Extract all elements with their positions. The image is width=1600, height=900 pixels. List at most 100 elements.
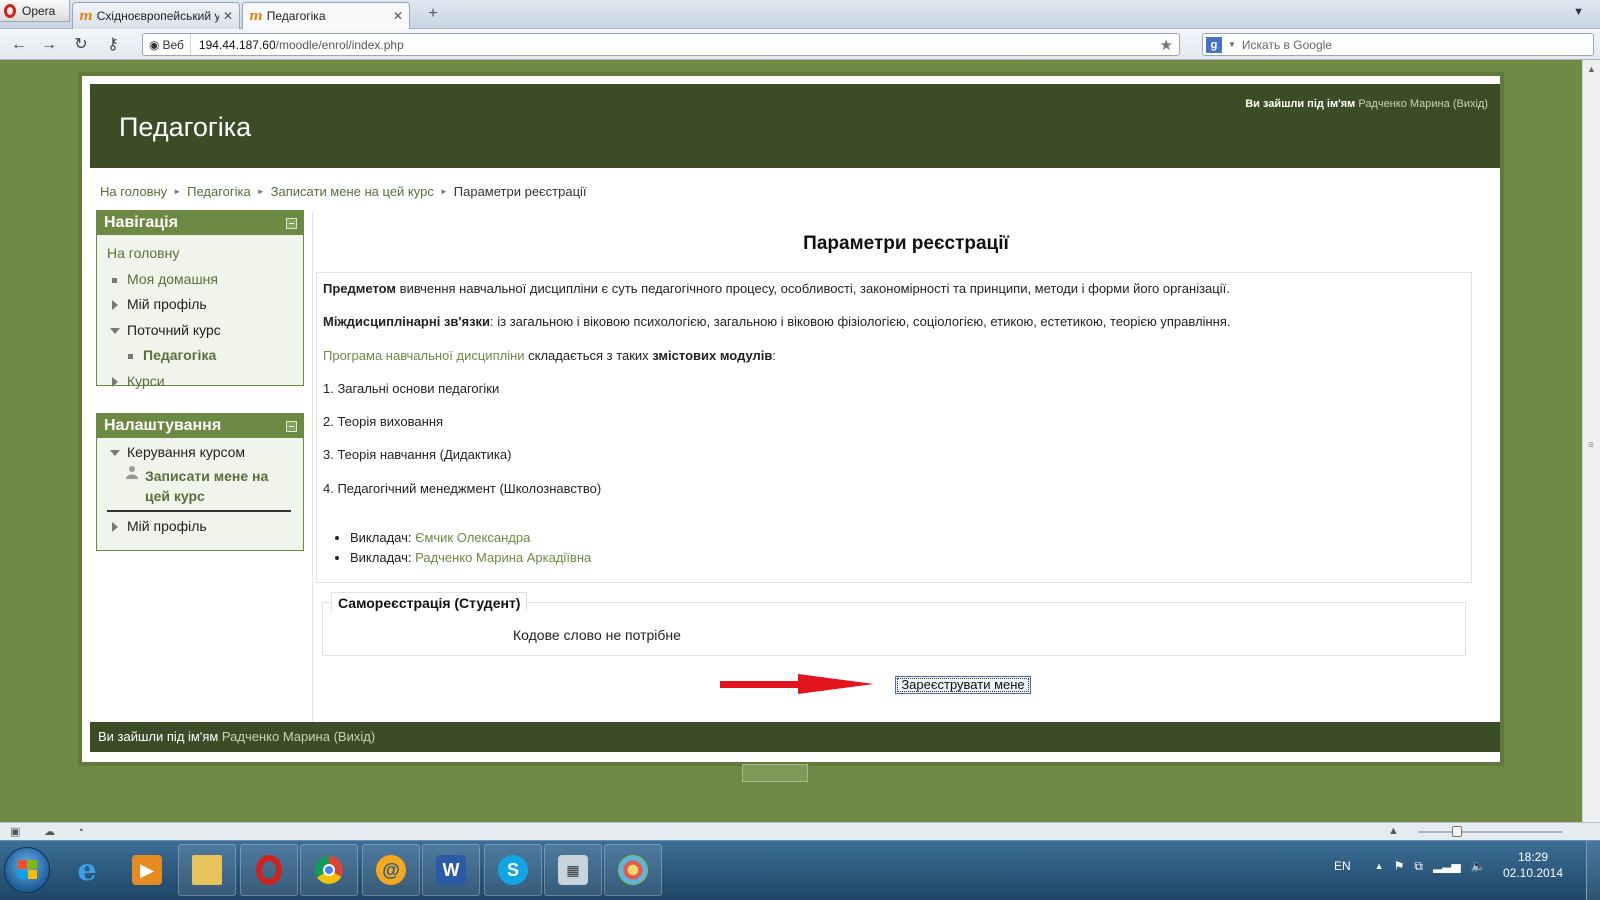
taskbar-opera[interactable] bbox=[240, 844, 298, 896]
start-button[interactable] bbox=[4, 847, 50, 893]
opera-menu-label: Opera bbox=[22, 3, 56, 18]
login-info: Ви зайшли під ім'ям Радченко Марина (Вих… bbox=[1245, 98, 1488, 110]
page-viewport: Педагогіка Ви зайшли під ім'ям Радченко … bbox=[0, 60, 1582, 840]
expand-arrow-icon[interactable] bbox=[112, 376, 118, 387]
minimize-icon[interactable] bbox=[286, 218, 297, 229]
navigation-block: Навігація На головну Моя домашня Мій про… bbox=[96, 210, 304, 389]
summary-text: : із загальною і віковою психологією, за… bbox=[490, 314, 1231, 330]
star-icon[interactable]: ★ bbox=[1160, 36, 1173, 54]
summary-text: вивчення навчальної дисципліни є суть пе… bbox=[396, 281, 1230, 296]
taskbar-paint[interactable] bbox=[604, 844, 662, 896]
forward-icon[interactable]: → bbox=[38, 34, 60, 56]
tab-pedagogika[interactable]: m Педагогіка ✕ bbox=[242, 2, 410, 29]
show-desktop-button[interactable] bbox=[1586, 841, 1600, 900]
scroll-grip-icon[interactable]: ≡ bbox=[1588, 440, 1594, 451]
taskbar-chrome[interactable] bbox=[300, 844, 358, 896]
nav-label[interactable]: На головну bbox=[107, 241, 179, 266]
collapse-arrow-icon[interactable] bbox=[110, 327, 120, 334]
login-prefix: Ви зайшли під ім'ям bbox=[1245, 98, 1356, 110]
summary-bold: м bbox=[386, 281, 397, 296]
taskbar-ie[interactable]: e bbox=[58, 844, 116, 896]
zoom-slider[interactable] bbox=[1418, 831, 1562, 833]
settings-block: Налаштування Керування курсом Записати м… bbox=[96, 413, 304, 551]
enrol-me-button[interactable]: Зареєструвати мене bbox=[895, 676, 1031, 694]
breadcrumb-current: Параметри реєстрації bbox=[453, 184, 587, 199]
user-link[interactable]: Радченко Марина bbox=[1358, 98, 1449, 110]
user-icon bbox=[125, 465, 139, 479]
nav-label[interactable]: Поточний курс bbox=[127, 318, 221, 343]
enrol-me-line1[interactable]: Записати мене на bbox=[145, 468, 268, 484]
collapse-arrow-icon[interactable] bbox=[110, 450, 120, 456]
expand-arrow-icon[interactable] bbox=[112, 522, 118, 532]
key-icon[interactable]: ⚷ bbox=[102, 34, 124, 56]
footer-logout-link[interactable]: Вихід bbox=[338, 729, 371, 744]
taskbar-explorer[interactable] bbox=[178, 844, 236, 896]
close-icon[interactable]: ✕ bbox=[223, 9, 233, 23]
enrol-me-link[interactable]: Записати мене на цей курс bbox=[145, 466, 268, 506]
opera-menu-button[interactable]: Opera bbox=[0, 0, 70, 22]
breadcrumb-course[interactable]: Педагогіка bbox=[187, 184, 251, 199]
volume-icon[interactable]: 🔈 bbox=[1471, 859, 1486, 873]
breadcrumb-home[interactable]: На головну bbox=[100, 184, 167, 199]
back-icon[interactable]: ← bbox=[8, 34, 30, 56]
language-indicator[interactable]: EN bbox=[1334, 859, 1351, 873]
moodle-docs-button[interactable] bbox=[742, 764, 808, 782]
nav-label[interactable]: Педагогіка bbox=[143, 343, 216, 368]
taskbar-skype[interactable]: S bbox=[484, 844, 542, 896]
enrol-me-line2[interactable]: цей курс bbox=[145, 488, 205, 504]
chevron-up-icon[interactable]: ▲ bbox=[1375, 861, 1384, 871]
signal-icon[interactable]: ▂▃▅ bbox=[1433, 859, 1461, 873]
cloud-icon[interactable]: ☁ bbox=[44, 825, 58, 838]
calculator-icon: ▦ bbox=[558, 855, 588, 885]
moodle-favicon-icon: m bbox=[249, 8, 263, 24]
nav-label[interactable]: Курси bbox=[127, 369, 165, 394]
taskbar-calculator[interactable]: ▦ bbox=[544, 844, 602, 896]
nav-item-home[interactable]: На головну bbox=[97, 241, 303, 267]
summary-paragraph-program: Програма навчальної дисципліни складаєть… bbox=[323, 348, 1465, 381]
nav-item-current-course[interactable]: Поточний курс bbox=[97, 318, 303, 344]
chevron-up-icon[interactable]: ▲ bbox=[1388, 825, 1402, 837]
settings-course-admin[interactable]: Керування курсом bbox=[127, 444, 245, 460]
taskbar-mail-agent[interactable]: @ bbox=[362, 844, 420, 896]
flag-icon[interactable]: ⚑ bbox=[1394, 859, 1405, 873]
red-arrow-annotation bbox=[720, 674, 874, 694]
breadcrumb-enrol[interactable]: Записати мене на цей курс bbox=[271, 184, 434, 199]
expand-arrow-icon[interactable] bbox=[112, 300, 118, 310]
minimize-icon[interactable] bbox=[286, 421, 297, 432]
nav-item-my-home[interactable]: Моя домашня bbox=[97, 267, 303, 293]
close-icon[interactable]: ✕ bbox=[393, 9, 403, 23]
teacher-link[interactable]: Радченко Марина Аркадіївна bbox=[415, 550, 591, 565]
program-link[interactable]: Програма навчальної дисципліни bbox=[323, 348, 525, 363]
teacher-label: Викладач: bbox=[350, 550, 416, 566]
settings-tree: Керування курсом Записати мене на цей ку… bbox=[97, 438, 303, 550]
footer-user-link[interactable]: Радченко Марина bbox=[222, 729, 330, 744]
zoom-slider-handle[interactable] bbox=[1452, 826, 1462, 837]
teacher-link[interactable]: Ємчик Олександра bbox=[415, 530, 530, 545]
nav-item-course[interactable]: Педагогіка bbox=[97, 343, 303, 369]
new-tab-icon[interactable]: + bbox=[424, 6, 442, 24]
network-adapter-icon[interactable]: ⧉ bbox=[1414, 859, 1423, 874]
taskbar-clock[interactable]: 18:29 02.10.2014 bbox=[1500, 849, 1566, 881]
panel-toggle-icon[interactable]: ▣ bbox=[10, 825, 24, 838]
settings-my-profile[interactable]: Мій профіль bbox=[127, 518, 207, 534]
site-title[interactable]: Педагогіка bbox=[119, 112, 251, 143]
reload-icon[interactable]: ↻ bbox=[70, 34, 92, 56]
url-input[interactable]: ◉ Веб 194.44.187.60/moodle/enrol/index.p… bbox=[142, 33, 1180, 56]
chevron-down-icon[interactable]: ▼ bbox=[1573, 6, 1584, 18]
turbo-icon[interactable]: ◔ bbox=[77, 825, 91, 837]
page-scrollbar[interactable]: ▲ ≡ ▼ bbox=[1582, 60, 1600, 840]
nav-label[interactable]: Моя домашня bbox=[127, 267, 218, 292]
nav-item-courses[interactable]: Курси bbox=[97, 369, 303, 395]
search-input[interactable]: g ▼ Искать в Google bbox=[1202, 33, 1594, 56]
nav-label[interactable]: Мій профіль bbox=[127, 292, 207, 317]
tab-university[interactable]: m Східноєвропейський у... ✕ bbox=[72, 2, 240, 29]
taskbar-word[interactable]: W bbox=[422, 844, 480, 896]
site-info-badge[interactable]: ◉ Веб bbox=[143, 34, 191, 55]
summary-text: : bbox=[772, 347, 777, 363]
scroll-up-icon[interactable]: ▲ bbox=[1587, 64, 1596, 74]
self-enrol-legend: Самореєстрація (Студент) bbox=[331, 592, 528, 612]
nav-item-my-profile[interactable]: Мій профіль bbox=[97, 292, 303, 318]
logout-link[interactable]: Вихід bbox=[1456, 98, 1484, 110]
chevron-down-icon[interactable]: ▼ bbox=[1228, 40, 1236, 49]
taskbar-media-player[interactable]: ▶ bbox=[118, 844, 176, 896]
